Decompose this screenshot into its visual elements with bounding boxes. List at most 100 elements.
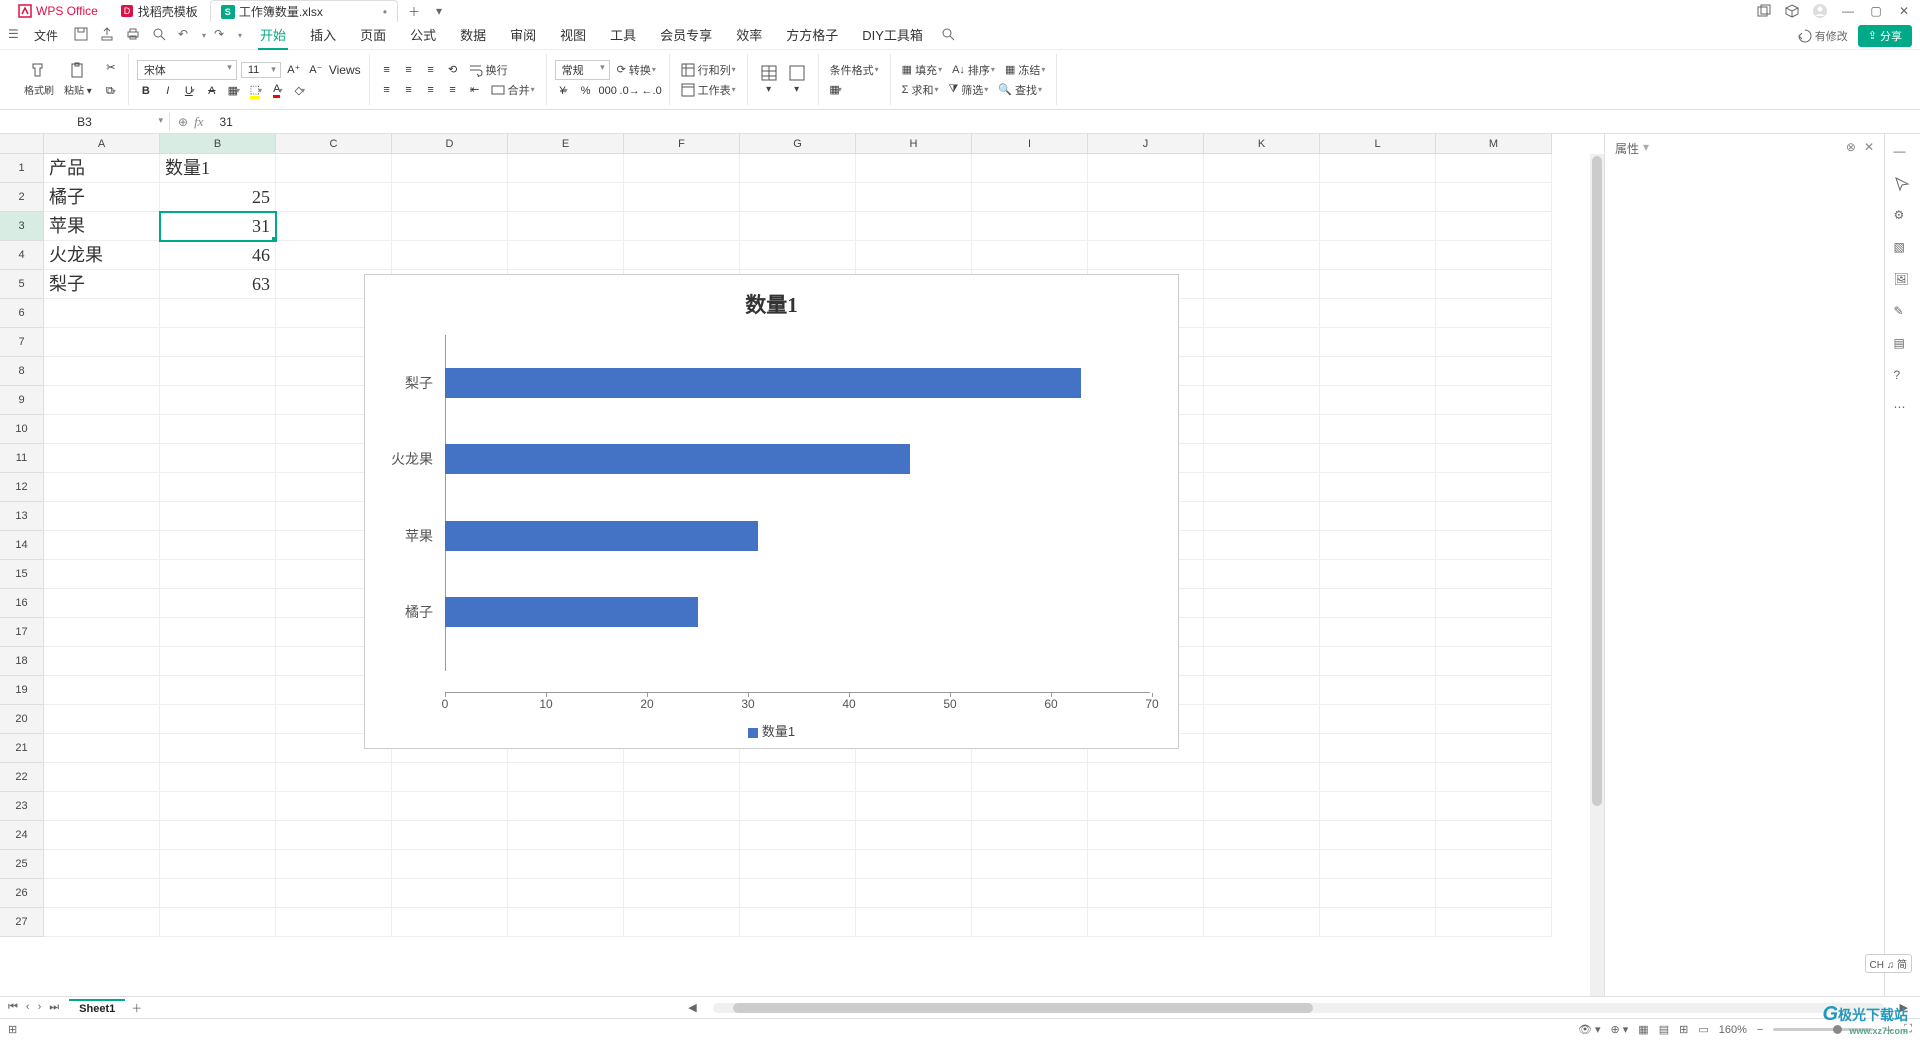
fill-button[interactable]: ▦ 填充▾ — [899, 61, 945, 79]
cell-J2[interactable] — [1088, 183, 1204, 212]
view-page-icon[interactable]: ▤ — [1659, 1023, 1669, 1036]
target-icon[interactable]: ⊕ ▾ — [1610, 1023, 1628, 1036]
cell-H3[interactable] — [856, 212, 972, 241]
cell-L23[interactable] — [1320, 792, 1436, 821]
chart[interactable]: 数量1 梨子火龙果苹果橘子010203040506070 数量1 — [364, 274, 1179, 749]
cell-L18[interactable] — [1320, 647, 1436, 676]
cell-E26[interactable] — [508, 879, 624, 908]
cell-G24[interactable] — [740, 821, 856, 850]
cell-G26[interactable] — [740, 879, 856, 908]
cell-J24[interactable] — [1088, 821, 1204, 850]
cell-K9[interactable] — [1204, 386, 1320, 415]
border-button[interactable]: ▦▾ — [225, 82, 243, 100]
cell-K16[interactable] — [1204, 589, 1320, 618]
cell-I25[interactable] — [972, 850, 1088, 879]
row-header[interactable]: 13 — [0, 502, 44, 531]
cell-A14[interactable] — [44, 531, 160, 560]
cell-H22[interactable] — [856, 763, 972, 792]
view-normal-icon[interactable]: ▦ — [1638, 1023, 1648, 1036]
row-header[interactable]: 6 — [0, 299, 44, 328]
cell-L4[interactable] — [1320, 241, 1436, 270]
cell-H2[interactable] — [856, 183, 972, 212]
hamburger-icon[interactable]: ☰ — [8, 27, 26, 45]
cell-B23[interactable] — [160, 792, 276, 821]
cell-L13[interactable] — [1320, 502, 1436, 531]
cell-L14[interactable] — [1320, 531, 1436, 560]
cell-L6[interactable] — [1320, 299, 1436, 328]
cell-D24[interactable] — [392, 821, 508, 850]
cell-B27[interactable] — [160, 908, 276, 937]
cell-K18[interactable] — [1204, 647, 1320, 676]
cell-M2[interactable] — [1436, 183, 1552, 212]
row-header[interactable]: 20 — [0, 705, 44, 734]
cell-A11[interactable] — [44, 444, 160, 473]
cell-L21[interactable] — [1320, 734, 1436, 763]
cell-L17[interactable] — [1320, 618, 1436, 647]
cell-H24[interactable] — [856, 821, 972, 850]
cell-D26[interactable] — [392, 879, 508, 908]
cell-A4[interactable]: 火龙果 — [44, 241, 160, 270]
image-rail-icon[interactable]: 🖼 — [1894, 272, 1912, 290]
cell-K14[interactable] — [1204, 531, 1320, 560]
align-middle-icon[interactable]: ≡ — [400, 61, 418, 79]
cell-M14[interactable] — [1436, 531, 1552, 560]
cell-K1[interactable] — [1204, 154, 1320, 183]
cell-M16[interactable] — [1436, 589, 1552, 618]
cell-K5[interactable] — [1204, 270, 1320, 299]
cell-A18[interactable] — [44, 647, 160, 676]
cell-K8[interactable] — [1204, 357, 1320, 386]
cell-C26[interactable] — [276, 879, 392, 908]
cell-B5[interactable]: 63 — [160, 270, 276, 299]
cell-L7[interactable] — [1320, 328, 1436, 357]
row-header[interactable]: 8 — [0, 357, 44, 386]
row-header[interactable]: 5 — [0, 270, 44, 299]
cell-J3[interactable] — [1088, 212, 1204, 241]
cell-A27[interactable] — [44, 908, 160, 937]
cell-J1[interactable] — [1088, 154, 1204, 183]
cell-F4[interactable] — [624, 241, 740, 270]
clear-format-button[interactable]: ◇▾ — [291, 82, 309, 100]
decrease-decimal-icon[interactable]: ←.0 — [643, 82, 661, 100]
percent-icon[interactable]: % — [577, 82, 595, 100]
cell-C2[interactable] — [276, 183, 392, 212]
cell-L22[interactable] — [1320, 763, 1436, 792]
cell-L24[interactable] — [1320, 821, 1436, 850]
row-header[interactable]: 24 — [0, 821, 44, 850]
cell-J22[interactable] — [1088, 763, 1204, 792]
row-header[interactable]: 9 — [0, 386, 44, 415]
cell-M3[interactable] — [1436, 212, 1552, 241]
cell-M10[interactable] — [1436, 415, 1552, 444]
cell-C24[interactable] — [276, 821, 392, 850]
new-tab-button[interactable]: ＋ — [400, 1, 428, 22]
save-icon[interactable] — [74, 27, 92, 45]
cell-B1[interactable]: 数量1 — [160, 154, 276, 183]
app-tab[interactable]: WPS Office — [8, 2, 108, 20]
align-top-icon[interactable]: ≡ — [378, 61, 396, 79]
zoom-label[interactable]: 160% — [1719, 1024, 1747, 1036]
minimize-icon[interactable]: — — [1840, 3, 1856, 19]
row-header[interactable]: 10 — [0, 415, 44, 444]
cell-B26[interactable] — [160, 879, 276, 908]
column-header[interactable]: D — [392, 134, 508, 154]
cell-I4[interactable] — [972, 241, 1088, 270]
cell-K26[interactable] — [1204, 879, 1320, 908]
zoom-out-icon[interactable]: − — [1757, 1024, 1763, 1036]
column-header[interactable]: B — [160, 134, 276, 154]
orientation-icon[interactable]: ⟲ — [444, 61, 462, 79]
cond-format-button[interactable]: 条件格式▾ — [827, 61, 882, 79]
cell-A2[interactable]: 橘子 — [44, 183, 160, 212]
row-header[interactable]: 15 — [0, 560, 44, 589]
cell-B11[interactable] — [160, 444, 276, 473]
cell-E23[interactable] — [508, 792, 624, 821]
cell-A15[interactable] — [44, 560, 160, 589]
cell-E2[interactable] — [508, 183, 624, 212]
cell-B21[interactable] — [160, 734, 276, 763]
cell-A5[interactable]: 梨子 — [44, 270, 160, 299]
column-header[interactable]: M — [1436, 134, 1552, 154]
cell-F26[interactable] — [624, 879, 740, 908]
row-header[interactable]: 3 — [0, 212, 44, 241]
number-format-select[interactable]: 常规 — [555, 60, 610, 80]
cell-L19[interactable] — [1320, 676, 1436, 705]
cell-K20[interactable] — [1204, 705, 1320, 734]
align-left-icon[interactable]: ≡ — [378, 81, 396, 99]
